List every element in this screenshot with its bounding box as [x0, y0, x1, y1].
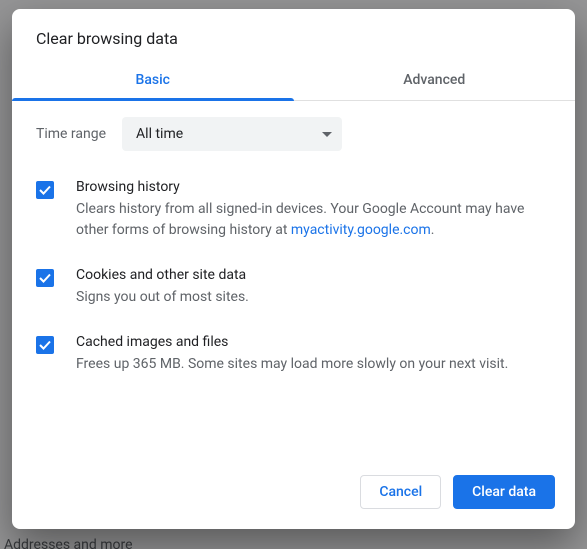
option-text: Cookies and other site data Signs you ou… — [76, 267, 551, 308]
time-range-label: Time range — [36, 126, 106, 142]
option-browsing-history: Browsing history Clears history from all… — [36, 173, 551, 261]
time-range-value: All time — [136, 126, 183, 142]
myactivity-link[interactable]: myactivity.google.com — [291, 222, 431, 238]
tab-advanced[interactable]: Advanced — [294, 62, 576, 100]
dropdown-caret-icon — [322, 132, 332, 137]
option-title: Browsing history — [76, 179, 551, 195]
option-cache: Cached images and files Frees up 365 MB.… — [36, 328, 551, 395]
dialog-body: Time range All time Browsing history Cle… — [12, 101, 575, 459]
time-range-row: Time range All time — [36, 117, 551, 151]
dialog-title: Clear browsing data — [12, 9, 575, 62]
clear-browsing-data-dialog: Clear browsing data Basic Advanced Time … — [12, 9, 575, 529]
checkbox-cookies[interactable] — [36, 269, 54, 287]
clear-data-button[interactable]: Clear data — [453, 475, 555, 509]
option-text: Browsing history Clears history from all… — [76, 179, 551, 241]
option-cookies: Cookies and other site data Signs you ou… — [36, 261, 551, 328]
cancel-button[interactable]: Cancel — [360, 475, 441, 509]
option-title: Cached images and files — [76, 334, 551, 350]
settings-page-background: Addresses and more Clear browsing data B… — [0, 0, 587, 549]
time-range-select[interactable]: All time — [122, 117, 342, 151]
checkbox-cache[interactable] — [36, 336, 54, 354]
tab-basic[interactable]: Basic — [12, 62, 294, 100]
option-text: Cached images and files Frees up 365 MB.… — [76, 334, 551, 375]
option-description: Frees up 365 MB. Some sites may load mor… — [76, 354, 551, 375]
checkbox-browsing-history[interactable] — [36, 181, 54, 199]
option-title: Cookies and other site data — [76, 267, 551, 283]
dialog-footer: Cancel Clear data — [12, 459, 575, 529]
option-description: Clears history from all signed-in device… — [76, 199, 551, 241]
option-description: Signs you out of most sites. — [76, 287, 551, 308]
dialog-tabs: Basic Advanced — [12, 62, 575, 101]
